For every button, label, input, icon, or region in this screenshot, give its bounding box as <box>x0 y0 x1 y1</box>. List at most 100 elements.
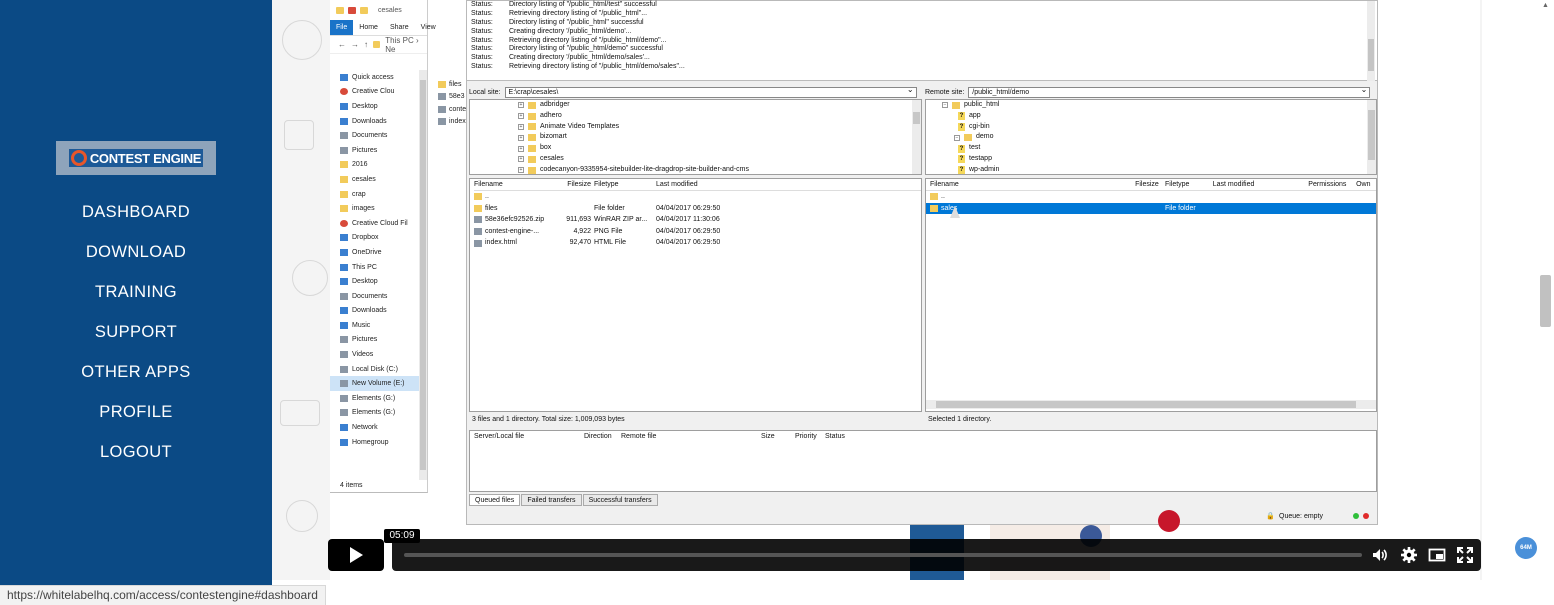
local-file-row[interactable]: index.html 92,470 HTML File 04/04/2017 06:2… <box>474 237 921 249</box>
local-tree-scrollbar[interactable] <box>912 100 921 174</box>
expand-icon[interactable]: + <box>518 156 524 163</box>
remote-tree-item[interactable]: ? cgi-bin <box>942 122 1376 133</box>
scrollbar-thumb[interactable] <box>913 112 920 124</box>
remote-site-input[interactable]: /public_html/demo <box>968 85 1371 98</box>
explorer-tree-item[interactable]: Dropbox <box>340 231 420 246</box>
explorer-tree-item[interactable]: Elements (G:) <box>340 391 420 406</box>
expand-icon[interactable]: + <box>518 102 524 109</box>
explorer-file-item[interactable]: index <box>438 116 466 129</box>
explorer-tree-item[interactable]: Creative Clou <box>340 85 420 100</box>
column-header[interactable]: Direction <box>584 431 621 443</box>
scrollbar-thumb[interactable] <box>420 80 426 470</box>
column-header[interactable]: Last modified <box>656 179 756 190</box>
contest-engine-logo[interactable]: CONTEST ENGINE <box>56 141 216 175</box>
settings-gear-icon[interactable] <box>1400 546 1418 564</box>
remote-tree-item[interactable]: − demo <box>942 132 1376 143</box>
remote-tree-item[interactable]: ? testapp <box>942 154 1376 165</box>
explorer-tree-item[interactable]: cesales <box>340 172 420 187</box>
nav-download[interactable]: DOWNLOAD <box>0 240 272 280</box>
local-file-row[interactable]: contest-engine-... 4,922 PNG File 04/04/201… <box>474 226 921 238</box>
explorer-tree-item[interactable]: Desktop <box>340 99 420 114</box>
ribbon-view-tab[interactable]: View <box>415 20 442 35</box>
column-header[interactable]: Remote file <box>621 431 761 443</box>
explorer-tree-item[interactable]: Elements (G:) <box>340 406 420 421</box>
local-file-row[interactable]: files File folder 04/04/2017 06:29:50 <box>474 203 921 215</box>
explorer-tree-item[interactable]: crap <box>340 187 420 202</box>
explorer-tree-item[interactable]: Videos <box>340 347 420 362</box>
explorer-tree-item[interactable]: Homegroup <box>340 435 420 450</box>
column-header[interactable]: Filename <box>930 179 1135 190</box>
video-frame[interactable]: cesales File Home Share View ← → ↑ This … <box>330 0 1480 580</box>
expand-icon[interactable]: + <box>518 123 524 130</box>
explorer-tree-item[interactable]: Documents <box>340 128 420 143</box>
column-header[interactable]: Filetype <box>594 179 656 190</box>
expand-icon[interactable]: − <box>954 134 960 141</box>
explorer-tree-item[interactable]: Documents <box>340 289 420 304</box>
column-header[interactable]: Filesize <box>564 179 594 190</box>
explorer-tree-item[interactable]: Music <box>340 318 420 333</box>
local-site-input[interactable]: E:\crap\cesales\ <box>504 85 917 98</box>
page-scrollbar[interactable]: ▲ <box>1538 0 1554 605</box>
scrollbar-thumb[interactable] <box>936 401 1356 408</box>
explorer-tree-item[interactable]: This PC <box>340 260 420 275</box>
column-header[interactable]: Filename <box>474 179 564 190</box>
explorer-file-item[interactable]: 58e3 <box>438 91 466 104</box>
explorer-file-item[interactable]: files <box>438 78 466 91</box>
nav-logout[interactable]: LOGOUT <box>0 440 272 480</box>
column-header[interactable]: Last modified <box>1213 179 1309 190</box>
explorer-tree-item[interactable]: Pictures <box>340 143 420 158</box>
explorer-tree-item[interactable]: images <box>340 201 420 216</box>
column-header[interactable]: Own <box>1356 179 1376 190</box>
explorer-tree-item[interactable]: Local Disk (C:) <box>340 362 420 377</box>
local-tree-item[interactable]: + adhero <box>518 111 921 122</box>
column-header[interactable]: Size <box>761 431 795 443</box>
explorer-tree-item[interactable]: Network <box>340 420 420 435</box>
expand-icon[interactable]: + <box>518 134 524 141</box>
explorer-tree-item[interactable]: Pictures <box>340 333 420 348</box>
remote-tree-scrollbar[interactable] <box>1367 100 1376 174</box>
explorer-tree-item[interactable]: Quick access <box>340 70 420 85</box>
expand-icon[interactable]: + <box>518 113 524 120</box>
picture-in-picture-icon[interactable] <box>1428 546 1446 564</box>
local-tree-item[interactable]: + cesales <box>518 154 921 165</box>
explorer-tree-item[interactable]: New Volume (E:) <box>330 376 425 392</box>
nav-training[interactable]: TRAINING <box>0 280 272 320</box>
column-header[interactable]: Filetype <box>1165 179 1213 190</box>
up-arrow-icon[interactable]: ↑ <box>364 40 368 49</box>
tab-queued-files[interactable]: Queued files <box>469 494 521 506</box>
explorer-tree-item[interactable]: 2016 <box>340 158 420 173</box>
log-scrollbar[interactable] <box>1367 1 1375 81</box>
remote-tree-item[interactable]: ? wp-admin <box>942 165 1376 174</box>
column-header[interactable]: Priority <box>795 431 825 443</box>
local-tree-item[interactable]: + Animate Video Templates <box>518 122 921 133</box>
forward-arrow-icon[interactable]: → <box>351 40 359 49</box>
column-header[interactable]: Server/Local file <box>474 431 584 443</box>
ribbon-share-tab[interactable]: Share <box>384 20 415 35</box>
remote-tree-item[interactable]: ? app <box>942 111 1376 122</box>
play-button[interactable] <box>328 539 384 571</box>
local-file-row[interactable]: 58e36efc92526.zip 911,693 WinRAR ZIP ar...… <box>474 214 921 226</box>
tab-successful-transfers[interactable]: Successful transfers <box>582 494 658 506</box>
progress-bar[interactable] <box>404 553 1362 557</box>
column-header[interactable]: Status <box>825 431 885 443</box>
remote-hscrollbar[interactable] <box>926 400 1376 409</box>
remote-file-row[interactable]: .. <box>926 191 1376 203</box>
ribbon-file-tab[interactable]: File <box>330 20 354 35</box>
scrollbar-thumb[interactable] <box>1368 110 1375 160</box>
nav-support[interactable]: SUPPORT <box>0 320 272 360</box>
explorer-tree-item[interactable]: Desktop <box>340 274 420 289</box>
expand-icon[interactable]: + <box>518 167 524 174</box>
volume-icon[interactable] <box>1371 546 1389 564</box>
tab-failed-transfers[interactable]: Failed transfers <box>521 494 582 506</box>
nav-other-apps[interactable]: OTHER APPS <box>0 360 272 400</box>
expand-icon[interactable]: − <box>942 102 948 109</box>
explorer-address-bar[interactable]: ← → ↑ This PC › Ne <box>330 36 427 54</box>
explorer-tree-item[interactable]: Downloads <box>340 114 420 129</box>
local-tree-item[interactable]: + adbridger <box>518 100 921 111</box>
remote-tree-item[interactable]: − public_html <box>942 100 1376 111</box>
remote-tree-item[interactable]: ? test <box>942 143 1376 154</box>
scrollbar-thumb[interactable] <box>1368 39 1374 71</box>
back-arrow-icon[interactable]: ← <box>338 40 346 49</box>
scroll-up-arrow-icon[interactable]: ▲ <box>1542 2 1549 9</box>
fullscreen-icon[interactable] <box>1456 546 1474 564</box>
